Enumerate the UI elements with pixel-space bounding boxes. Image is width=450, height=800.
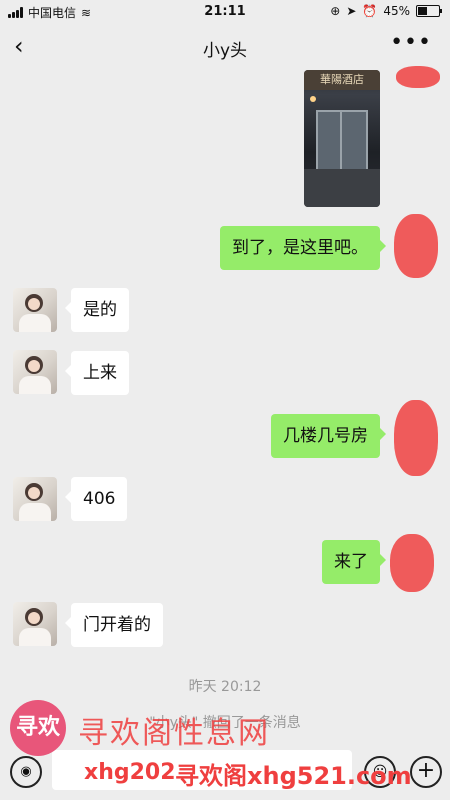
self-avatar-redacted — [390, 534, 434, 592]
self-avatar-redacted — [394, 400, 438, 476]
lamp-shape — [310, 96, 316, 102]
pavement — [304, 169, 380, 207]
contact-avatar[interactable] — [13, 602, 57, 646]
message-bubble[interactable]: 是的 — [65, 288, 129, 332]
chat-header: ‹ 小y头 ••• — [0, 24, 450, 70]
message-bubble[interactable]: 几楼几号房 — [271, 414, 386, 458]
storefront-sign: 華陽酒店 — [304, 70, 380, 90]
message-bubble[interactable]: 来了 — [322, 540, 386, 584]
message-bubble[interactable]: 406 — [64, 477, 128, 521]
contact-avatar[interactable] — [13, 477, 57, 521]
watermark-logo: 寻欢 — [10, 700, 66, 756]
watermark-text: 寻欢阁性息网 — [78, 716, 270, 751]
message-bubble[interactable]: 到了，是这里吧。 — [220, 226, 386, 270]
more-options-button[interactable]: ••• — [390, 30, 432, 55]
self-avatar-redacted — [394, 214, 438, 278]
message-bubble[interactable]: 上来 — [65, 351, 129, 395]
chat-title: 小y头 — [202, 41, 248, 61]
contact-avatar[interactable] — [13, 350, 57, 394]
self-avatar-redacted — [396, 66, 440, 88]
lock-rotation-icon: ⊕ — [330, 4, 341, 18]
message-bubble[interactable]: 门开着的 — [65, 603, 163, 647]
glass-door — [316, 110, 368, 174]
battery-icon — [416, 5, 442, 17]
watermark-partial-url: xhg202 — [84, 760, 176, 785]
voice-input-button[interactable]: ◉ — [10, 756, 42, 788]
battery-percent: 45% — [383, 4, 410, 18]
message-timestamp: 昨天 20:12 — [188, 679, 262, 695]
status-right: ⊕ ➤ ⏰ 45% — [330, 4, 442, 18]
status-bar: 中国电信 ≋ 21:11 ⊕ ➤ ⏰ 45% — [0, 0, 450, 24]
image-message[interactable]: 華陽酒店 — [304, 70, 380, 207]
contact-avatar[interactable] — [13, 288, 57, 332]
more-actions-button[interactable]: + — [410, 756, 442, 788]
alarm-icon: ⏰ — [362, 4, 378, 18]
watermark-site: 寻欢阁xhg521.com — [175, 762, 412, 790]
location-icon: ➤ — [346, 4, 357, 18]
